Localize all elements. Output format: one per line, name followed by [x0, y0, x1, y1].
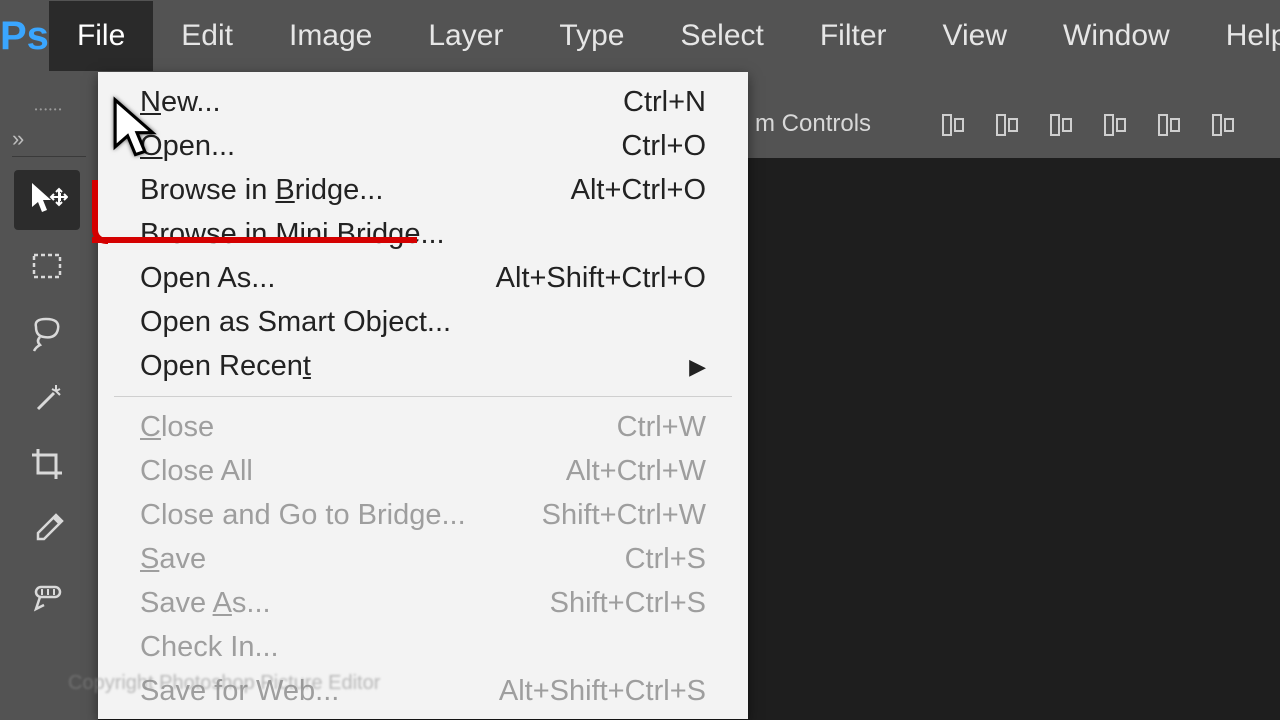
file-close: Close Ctrl+W	[98, 405, 748, 449]
file-open-as-shortcut: Alt+Shift+Ctrl+O	[496, 262, 706, 295]
file-new-label: New...	[140, 86, 221, 119]
file-open-smartobject-label: Open as Smart Object...	[140, 306, 451, 339]
file-browse-bridge-label: Browse in Bridge...	[140, 174, 383, 207]
options-bar-text: m Controls	[755, 110, 871, 138]
menu-edit[interactable]: Edit	[153, 1, 261, 71]
file-check-in-label: Check In...	[140, 631, 279, 664]
menu-help[interactable]: Help	[1198, 1, 1280, 71]
file-close-all-label: Close All	[140, 455, 253, 488]
tools-separator	[12, 156, 86, 166]
file-new-shortcut: Ctrl+N	[623, 86, 706, 119]
file-save-as: Save As... Shift+Ctrl+S	[98, 581, 748, 625]
file-save-as-shortcut: Shift+Ctrl+S	[550, 587, 706, 620]
file-browse-bridge-shortcut: Alt+Ctrl+O	[571, 174, 706, 207]
menu-layer[interactable]: Layer	[400, 1, 531, 71]
align-center-v-icon[interactable]	[1154, 108, 1186, 140]
file-close-goto-bridge: Close and Go to Bridge... Shift+Ctrl+W	[98, 493, 748, 537]
tools-drag-handle[interactable]: ••••••	[0, 96, 98, 122]
file-open-label: Open...	[140, 130, 235, 163]
menu-select[interactable]: Select	[652, 1, 791, 71]
file-open-smartobject[interactable]: Open as Smart Object...	[98, 300, 748, 344]
menubar: Ps FileEditImageLayerTypeSelectFilterVie…	[0, 0, 1280, 72]
menubar-items: FileEditImageLayerTypeSelectFilterViewWi…	[49, 1, 1280, 71]
menu-type[interactable]: Type	[531, 1, 652, 71]
align-right-icon[interactable]	[1046, 108, 1078, 140]
menu-image[interactable]: Image	[261, 1, 400, 71]
file-save-shortcut: Ctrl+S	[625, 543, 706, 576]
magic-wand-tool[interactable]	[14, 368, 80, 428]
file-close-label: Close	[140, 411, 214, 444]
menu-file[interactable]: File	[49, 1, 153, 71]
menu-view[interactable]: View	[915, 1, 1035, 71]
file-close-goto-bridge-label: Close and Go to Bridge...	[140, 499, 466, 532]
healing-brush-tool[interactable]	[14, 566, 80, 626]
app-window: Ps FileEditImageLayerTypeSelectFilterVie…	[0, 0, 1280, 720]
menu-separator	[114, 396, 732, 397]
menu-filter[interactable]: Filter	[792, 1, 915, 71]
file-browse-minibridge[interactable]: Browse in Mini Bridge...	[98, 212, 748, 256]
align-center-h-icon[interactable]	[992, 108, 1024, 140]
file-open-as[interactable]: Open As... Alt+Shift+Ctrl+O	[98, 256, 748, 300]
file-close-goto-bridge-shortcut: Shift+Ctrl+W	[542, 499, 706, 532]
file-browse-bridge[interactable]: Browse in Bridge... Alt+Ctrl+O	[98, 168, 748, 212]
file-browse-minibridge-label: Browse in Mini Bridge...	[140, 218, 445, 251]
rect-marquee-tool[interactable]	[14, 236, 80, 296]
file-open-recent-label: Open Recent	[140, 350, 311, 383]
eyedropper-tool[interactable]	[14, 500, 80, 560]
file-open-shortcut: Ctrl+O	[621, 130, 706, 163]
menu-window[interactable]: Window	[1035, 1, 1198, 71]
align-bottom-icon[interactable]	[1208, 108, 1240, 140]
file-open[interactable]: Open... Ctrl+O	[98, 124, 748, 168]
ps-glyph: Ps	[0, 14, 49, 59]
align-left-icon[interactable]	[938, 108, 970, 140]
move-tool[interactable]	[14, 170, 80, 230]
file-save-label: Save	[140, 543, 206, 576]
watermark-text: Copyright Photoshop Picture Editor	[68, 672, 380, 695]
file-close-all: Close All Alt+Ctrl+W	[98, 449, 748, 493]
app-logo: Ps	[0, 14, 49, 59]
align-distribute-group	[938, 96, 1240, 152]
align-top-icon[interactable]	[1100, 108, 1132, 140]
file-open-as-label: Open As...	[140, 262, 275, 295]
tools-panel: •••••• »	[0, 96, 98, 720]
tools-expand-icon[interactable]: »	[0, 122, 98, 156]
file-open-recent[interactable]: Open Recent ▶	[98, 344, 748, 388]
lasso-tool[interactable]	[14, 302, 80, 362]
submenu-arrow-icon: ▶	[659, 354, 706, 380]
file-check-in: Check In...	[98, 625, 748, 669]
file-save-as-label: Save As...	[140, 587, 271, 620]
file-close-shortcut: Ctrl+W	[617, 411, 706, 444]
file-new[interactable]: New... Ctrl+N	[98, 80, 748, 124]
file-save: Save Ctrl+S	[98, 537, 748, 581]
file-close-all-shortcut: Alt+Ctrl+W	[566, 455, 706, 488]
crop-tool[interactable]	[14, 434, 80, 494]
file-save-for-web-shortcut: Alt+Shift+Ctrl+S	[499, 675, 706, 708]
file-menu-dropdown: New... Ctrl+N Open... Ctrl+O Browse in Bridg…	[98, 72, 748, 719]
